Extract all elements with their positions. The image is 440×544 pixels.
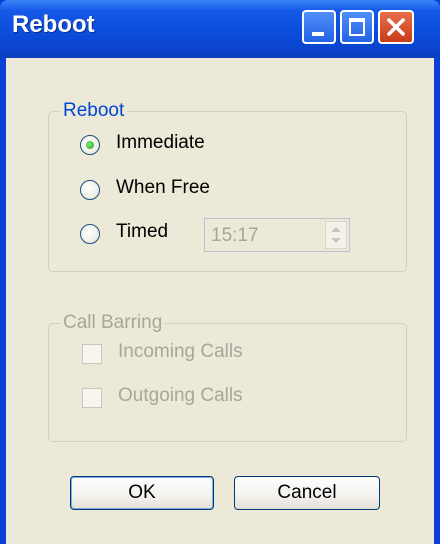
reboot-dialog: Reboot Reboot Immediate When Free Timed … xyxy=(0,0,440,544)
radio-when-free-label[interactable]: When Free xyxy=(116,177,210,199)
close-icon xyxy=(387,18,405,36)
close-button[interactable] xyxy=(378,10,414,44)
radio-immediate-label[interactable]: Immediate xyxy=(116,132,205,154)
radio-selected-dot xyxy=(86,141,94,149)
minimize-icon xyxy=(312,32,324,36)
radio-timed-label[interactable]: Timed xyxy=(116,221,168,243)
outgoing-calls-label: Outgoing Calls xyxy=(118,385,243,406)
ok-button[interactable]: OK xyxy=(70,476,214,510)
title-bar[interactable]: Reboot xyxy=(0,0,440,58)
incoming-calls-label: Incoming Calls xyxy=(118,341,243,362)
reboot-group-legend: Reboot xyxy=(63,100,125,121)
call-barring-group: Call Barring xyxy=(48,312,407,442)
radio-timed[interactable] xyxy=(80,224,100,244)
dialog-body: Reboot Immediate When Free Timed 15:17 C… xyxy=(6,58,434,544)
timed-time-spinbox[interactable]: 15:17 xyxy=(204,218,350,252)
window-title: Reboot xyxy=(12,11,95,38)
cancel-button[interactable]: Cancel xyxy=(234,476,380,510)
call-barring-group-legend: Call Barring xyxy=(63,312,163,333)
time-spin-buttons[interactable] xyxy=(325,221,347,249)
spin-up-icon[interactable] xyxy=(331,227,341,232)
maximize-icon xyxy=(349,18,365,36)
minimize-button[interactable] xyxy=(302,10,336,44)
spin-down-icon[interactable] xyxy=(331,238,341,243)
timed-time-value: 15:17 xyxy=(211,225,259,246)
radio-when-free[interactable] xyxy=(80,180,100,200)
outgoing-calls-checkbox[interactable] xyxy=(82,388,102,408)
maximize-button[interactable] xyxy=(340,10,374,44)
incoming-calls-checkbox[interactable] xyxy=(82,344,102,364)
radio-immediate[interactable] xyxy=(80,135,100,155)
